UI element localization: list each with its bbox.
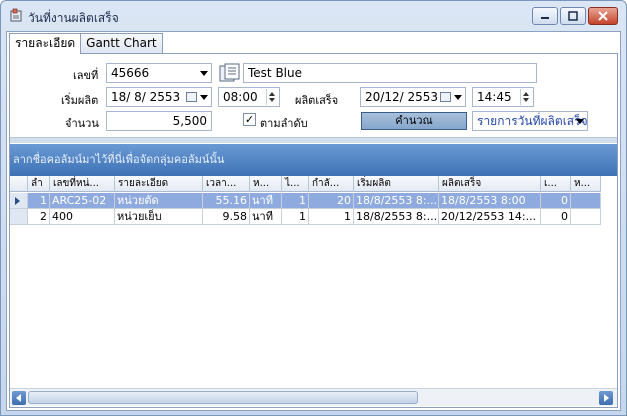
table-row[interactable]: 1 ARC25-02 หน่วยตัด 55.16 นาที 1 20 18/8… — [10, 193, 601, 209]
col-header-code[interactable]: เลขที่หน่... — [50, 176, 115, 192]
cell-seq: 2 — [28, 209, 50, 225]
col-header-unit[interactable]: ห... — [250, 176, 282, 192]
app-window: วันที่งานผลิตเสร็จ รายละเอียด Gantt Char… — [0, 0, 627, 416]
minimize-button[interactable] — [532, 7, 558, 25]
qty-field[interactable]: 5,500 — [106, 111, 212, 131]
report-select[interactable]: รายการวันที่ผลิตเสร็จ — [472, 111, 588, 131]
cell-c11 — [571, 193, 601, 209]
maximize-button[interactable] — [560, 7, 586, 25]
cell-seq: 1 — [28, 193, 50, 209]
cell-code: ARC25-02 — [50, 193, 115, 209]
spinner-arrows-icon[interactable] — [266, 89, 278, 105]
cell-finish: 20/12/2553 14:... — [439, 209, 541, 225]
chevron-down-icon — [454, 95, 462, 100]
finish-time-spinner[interactable]: 14:45 — [472, 87, 534, 107]
cell-detail: หน่วยเย็บ — [115, 209, 203, 225]
tab-strip: รายละเอียด Gantt Chart — [9, 33, 163, 54]
cell-c10: 0 — [541, 193, 571, 209]
col-header-time[interactable]: เวลา... — [203, 176, 250, 192]
start-date-picker[interactable]: 18/ 8/ 2553 — [106, 87, 212, 107]
cell-start: 18/8/2553 8:... — [354, 193, 439, 209]
cell-c7: 1 — [309, 209, 354, 225]
title-bar: วันที่งานผลิตเสร็จ — [1, 1, 626, 29]
grid-corner — [10, 176, 28, 192]
row-indicator — [10, 193, 28, 209]
col-header-c10[interactable]: เ... — [541, 176, 571, 192]
cell-c10: 0 — [541, 209, 571, 225]
horizontal-scrollbar[interactable] — [10, 388, 617, 406]
window-title: วันที่งานผลิตเสร็จ — [28, 11, 119, 25]
calendar-icon — [440, 92, 451, 102]
close-icon — [598, 11, 608, 21]
cell-start: 18/8/2553 8:... — [354, 209, 439, 225]
tab-gantt-chart[interactable]: Gantt Chart — [80, 33, 163, 53]
col-header-detail[interactable]: รายละเอียด — [115, 176, 203, 192]
col-header-c11[interactable]: ห... — [571, 176, 601, 192]
calendar-icon — [186, 92, 197, 102]
col-header-c6[interactable]: ไ... — [282, 176, 309, 192]
chevron-down-icon — [200, 95, 208, 100]
cell-c6: 1 — [282, 209, 309, 225]
chevron-down-icon — [200, 71, 208, 76]
cell-c6: 1 — [282, 193, 309, 209]
window-client: รายละเอียด Gantt Chart เลขที่ 45666 Test… — [6, 31, 621, 411]
app-icon — [10, 8, 22, 22]
cell-time: 55.16 — [203, 193, 250, 209]
scroll-left-button[interactable] — [12, 391, 26, 405]
col-header-start[interactable]: เริ่มผลิต — [354, 176, 439, 192]
start-time-spinner[interactable]: 08:00 — [218, 87, 280, 107]
current-row-icon — [15, 197, 20, 205]
finish-label: ผลิตเสร็จ — [295, 94, 339, 107]
calculate-button[interactable]: คำนวณ — [361, 112, 467, 130]
col-header-seq[interactable]: ลำ — [28, 176, 50, 192]
product-name-field[interactable]: Test Blue — [243, 63, 537, 83]
row-indicator — [10, 209, 28, 225]
cell-unit: นาที — [250, 209, 282, 225]
details-panel: เลขที่ 45666 Test Blue เริ่มผลิต 18/ 8/ … — [9, 53, 618, 408]
arrow-right-icon — [604, 394, 609, 402]
scroll-right-button[interactable] — [599, 391, 613, 405]
start-time-value: 08:00 — [223, 90, 258, 104]
panel-splitter[interactable] — [10, 137, 617, 143]
finish-time-value: 14:45 — [477, 90, 512, 104]
cell-unit: นาที — [250, 193, 282, 209]
grid-header-row: ลำ เลขที่หน่... รายละเอียด เวลา... ห... … — [10, 176, 601, 192]
report-select-value: รายการวันที่ผลิตเสร็จ — [477, 114, 588, 128]
doc-no-combobox[interactable]: 45666 — [106, 63, 212, 83]
cell-c7: 20 — [309, 193, 354, 209]
sequence-checkbox-label: ตามลำดับ — [260, 117, 308, 130]
sequence-checkbox[interactable]: ✓ — [243, 113, 256, 126]
cell-c11 — [571, 209, 601, 225]
start-label: เริ่มผลิต — [61, 94, 99, 107]
doc-no-label: เลขที่ — [73, 69, 99, 82]
chevron-down-icon — [576, 119, 584, 124]
finish-date-value: 20/12/ 2553 — [365, 90, 438, 104]
product-lookup-icon[interactable] — [219, 63, 241, 83]
start-date-value: 18/ 8/ 2553 — [111, 90, 181, 104]
tab-details[interactable]: รายละเอียด — [9, 33, 82, 54]
close-button[interactable] — [588, 7, 618, 25]
cell-detail: หน่วยตัด — [115, 193, 203, 209]
doc-no-value: 45666 — [111, 66, 150, 80]
col-header-c7[interactable]: กำลั... — [309, 176, 354, 192]
data-grid: ลำ เลขที่หน่... รายละเอียด เวลา... ห... … — [10, 176, 617, 388]
qty-label: จำนวน — [65, 117, 99, 130]
cell-code: 400 — [50, 209, 115, 225]
arrow-left-icon — [16, 394, 21, 402]
cell-finish: 18/8/2553 8:00 — [439, 193, 541, 209]
qty-value: 5,500 — [172, 114, 207, 128]
maximize-icon — [568, 11, 578, 21]
minimize-icon — [541, 17, 549, 19]
scroll-thumb[interactable] — [28, 391, 418, 404]
col-header-finish[interactable]: ผลิตเสร็จ — [439, 176, 541, 192]
table-row[interactable]: 2 400 หน่วยเย็บ 9.58 นาที 1 1 18/8/2553 … — [10, 209, 601, 225]
finish-date-picker[interactable]: 20/12/ 2553 — [360, 87, 466, 107]
product-name-value: Test Blue — [248, 66, 302, 80]
group-by-area[interactable]: ลากชื่อคอลัมน์มาไว้ที่นี่เพื่อจัดกลุ่มคอ… — [10, 144, 617, 176]
spinner-arrows-icon[interactable] — [520, 89, 532, 105]
cell-time: 9.58 — [203, 209, 250, 225]
